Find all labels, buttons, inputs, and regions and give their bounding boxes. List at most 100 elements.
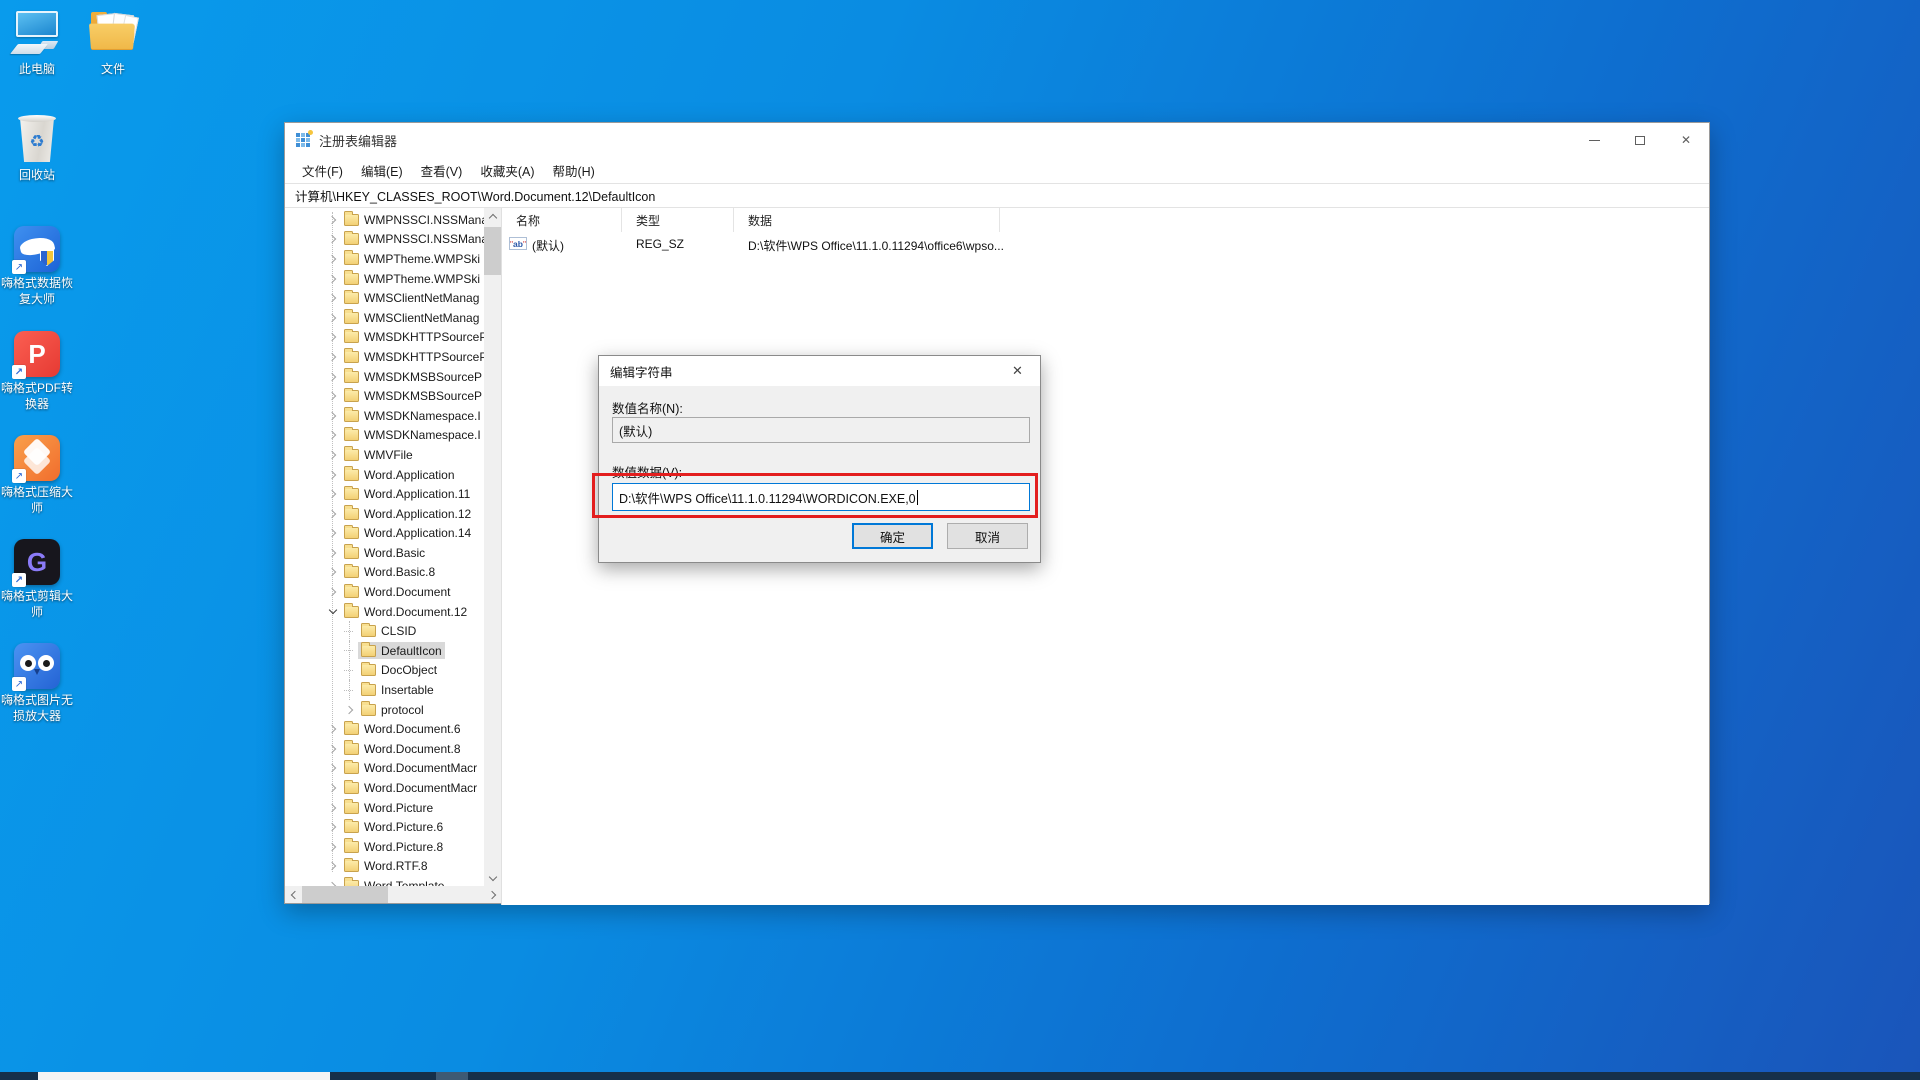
desktop-icon-data-recovery[interactable]: ↗ 嗨格式数据恢复大师 (0, 226, 76, 307)
tree-item[interactable]: Word.Template (285, 876, 484, 886)
tree-item[interactable]: WMSClientNetManag (285, 288, 484, 308)
tree-item[interactable]: Word.Picture.6 (285, 817, 484, 837)
value-row[interactable]: " ab " (默认) REG_SZ D:\软件\WPS Office\11.1.0… (502, 235, 1709, 255)
chevron-collapsed-icon[interactable] (325, 467, 341, 483)
chevron-collapsed-icon[interactable] (325, 858, 341, 874)
tree-item[interactable]: Word.Picture.8 (285, 837, 484, 857)
minimize-button[interactable] (1571, 123, 1617, 157)
tree-item[interactable]: Word.Application.14 (285, 524, 484, 544)
chevron-collapsed-icon[interactable] (325, 878, 341, 886)
tree-item[interactable]: Word.DocumentMacr (285, 759, 484, 779)
tree-item[interactable]: WMPTheme.WMPSki (285, 249, 484, 269)
tree-horizontal-scrollbar[interactable] (285, 886, 501, 903)
chevron-collapsed-icon[interactable] (325, 800, 341, 816)
chevron-collapsed-icon[interactable] (325, 271, 341, 287)
tree-item[interactable]: DefaultIcon (285, 641, 484, 661)
chevron-collapsed-icon[interactable] (325, 839, 341, 855)
tree-item[interactable]: protocol (285, 700, 484, 720)
maximize-button[interactable] (1617, 123, 1663, 157)
tree-item[interactable]: WMPTheme.WMPSki (285, 269, 484, 289)
chevron-expanded-icon[interactable] (325, 604, 341, 620)
chevron-collapsed-icon[interactable] (325, 741, 341, 757)
desktop-icon-this-pc[interactable]: 此电脑 (0, 8, 76, 78)
desktop-icon-pdf-converter[interactable]: P ↗ 嗨格式PDF转换器 (0, 331, 76, 412)
chevron-collapsed-icon[interactable] (325, 231, 341, 247)
chevron-collapsed-icon[interactable] (325, 310, 341, 326)
tree-item[interactable]: Word.Document.8 (285, 739, 484, 759)
tree-item[interactable]: Word.Application.12 (285, 504, 484, 524)
chevron-collapsed-icon[interactable] (325, 486, 341, 502)
tree-item[interactable]: CLSID (285, 621, 484, 641)
desktop-icon-video-editor[interactable]: G ↗ 嗨格式剪辑大师 (0, 539, 76, 620)
chevron-collapsed-icon[interactable] (325, 369, 341, 385)
chevron-collapsed-icon[interactable] (325, 447, 341, 463)
scroll-right-icon[interactable] (484, 886, 501, 903)
tree-item[interactable]: WMPNSSCI.NSSMana (285, 230, 484, 250)
tree-item[interactable]: WMSDKHTTPSourceP (285, 347, 484, 367)
chevron-collapsed-icon[interactable] (325, 819, 341, 835)
vertical-scroll-thumb[interactable] (484, 227, 501, 275)
tree-vertical-scrollbar[interactable] (484, 208, 501, 886)
tree-item[interactable]: Word.Basic.8 (285, 563, 484, 583)
address-bar[interactable]: 计算机\HKEY_CLASSES_ROOT\Word.Document.12\D… (285, 183, 1709, 208)
tree-item[interactable]: Word.Basic (285, 543, 484, 563)
chevron-collapsed-icon[interactable] (325, 760, 341, 776)
desktop-icon-recycle-bin[interactable]: ♻ 回收站 (0, 114, 76, 184)
menu-help[interactable]: 帮助(H) (543, 161, 603, 180)
dialog-close-button[interactable]: ✕ (995, 356, 1040, 386)
tree-item[interactable]: Word.DocumentMacr (285, 778, 484, 798)
chevron-collapsed-icon[interactable] (325, 525, 341, 541)
cancel-button[interactable]: 取消 (947, 523, 1028, 549)
column-header-name[interactable]: 名称 (502, 208, 622, 232)
chevron-collapsed-icon[interactable] (325, 251, 341, 267)
tree-item[interactable]: Insertable (285, 680, 484, 700)
tree-item[interactable]: Word.Picture (285, 798, 484, 818)
tree-item[interactable]: Word.Document (285, 582, 484, 602)
tree-item[interactable]: WMPNSSCI.NSSMana (285, 210, 484, 230)
tree-item[interactable]: Word.Document.6 (285, 719, 484, 739)
title-bar[interactable]: 注册表编辑器 ✕ (285, 123, 1709, 157)
tree-item[interactable]: DocObject (285, 660, 484, 681)
chevron-collapsed-icon[interactable] (325, 408, 341, 424)
chevron-collapsed-icon[interactable] (325, 427, 341, 443)
tree-item[interactable]: WMSClientNetManag (285, 308, 484, 328)
horizontal-scroll-thumb[interactable] (302, 886, 388, 903)
desktop-icon-image-enlarger[interactable]: ↗ 嗨格式图片无损放大器 (0, 643, 76, 724)
column-header-type[interactable]: 类型 (622, 208, 734, 232)
menu-edit[interactable]: 编辑(E) (352, 161, 412, 180)
scroll-up-icon[interactable] (484, 208, 501, 225)
tree-item[interactable]: WMSDKMSBSourceP (285, 367, 484, 387)
tree-item[interactable]: WMSDKNamespace.I (285, 426, 484, 446)
tree-item[interactable]: Word.Document.12 (285, 602, 484, 622)
chevron-collapsed-icon[interactable] (325, 388, 341, 404)
chevron-collapsed-icon[interactable] (325, 545, 341, 561)
tree-item[interactable]: Word.Application.11 (285, 484, 484, 504)
tree-item[interactable]: WMVFile (285, 445, 484, 465)
desktop-icon-files-folder[interactable]: 文件 (74, 8, 152, 78)
ok-button[interactable]: 确定 (852, 523, 933, 549)
taskbar-search-box[interactable] (38, 1072, 330, 1080)
tree-item[interactable]: WMSDKMSBSourceP (285, 386, 484, 406)
chevron-collapsed-icon[interactable] (342, 702, 358, 718)
chevron-collapsed-icon[interactable] (325, 349, 341, 365)
tree-item[interactable]: Word.RTF.8 (285, 857, 484, 877)
chevron-collapsed-icon[interactable] (325, 780, 341, 796)
chevron-collapsed-icon[interactable] (325, 506, 341, 522)
chevron-collapsed-icon[interactable] (325, 584, 341, 600)
taskbar[interactable] (0, 1072, 1920, 1080)
menu-file[interactable]: 文件(F) (293, 161, 352, 180)
chevron-collapsed-icon[interactable] (325, 721, 341, 737)
column-header-data[interactable]: 数据 (734, 208, 1000, 232)
chevron-collapsed-icon[interactable] (325, 564, 341, 580)
dialog-title-bar[interactable]: 编辑字符串 ✕ (599, 356, 1040, 386)
close-button[interactable]: ✕ (1663, 123, 1709, 157)
menu-favorites[interactable]: 收藏夹(A) (471, 161, 543, 180)
tree-item[interactable]: WMSDKNamespace.I (285, 406, 484, 426)
taskbar-app-button[interactable] (436, 1072, 468, 1080)
desktop-icon-compressor[interactable]: ↗ 嗨格式压缩大师 (0, 435, 76, 516)
tree-item[interactable]: Word.Application (285, 465, 484, 485)
value-name-field[interactable]: (默认) (612, 417, 1030, 443)
scroll-down-icon[interactable] (484, 869, 501, 886)
chevron-collapsed-icon[interactable] (325, 329, 341, 345)
menu-view[interactable]: 查看(V) (412, 161, 472, 180)
